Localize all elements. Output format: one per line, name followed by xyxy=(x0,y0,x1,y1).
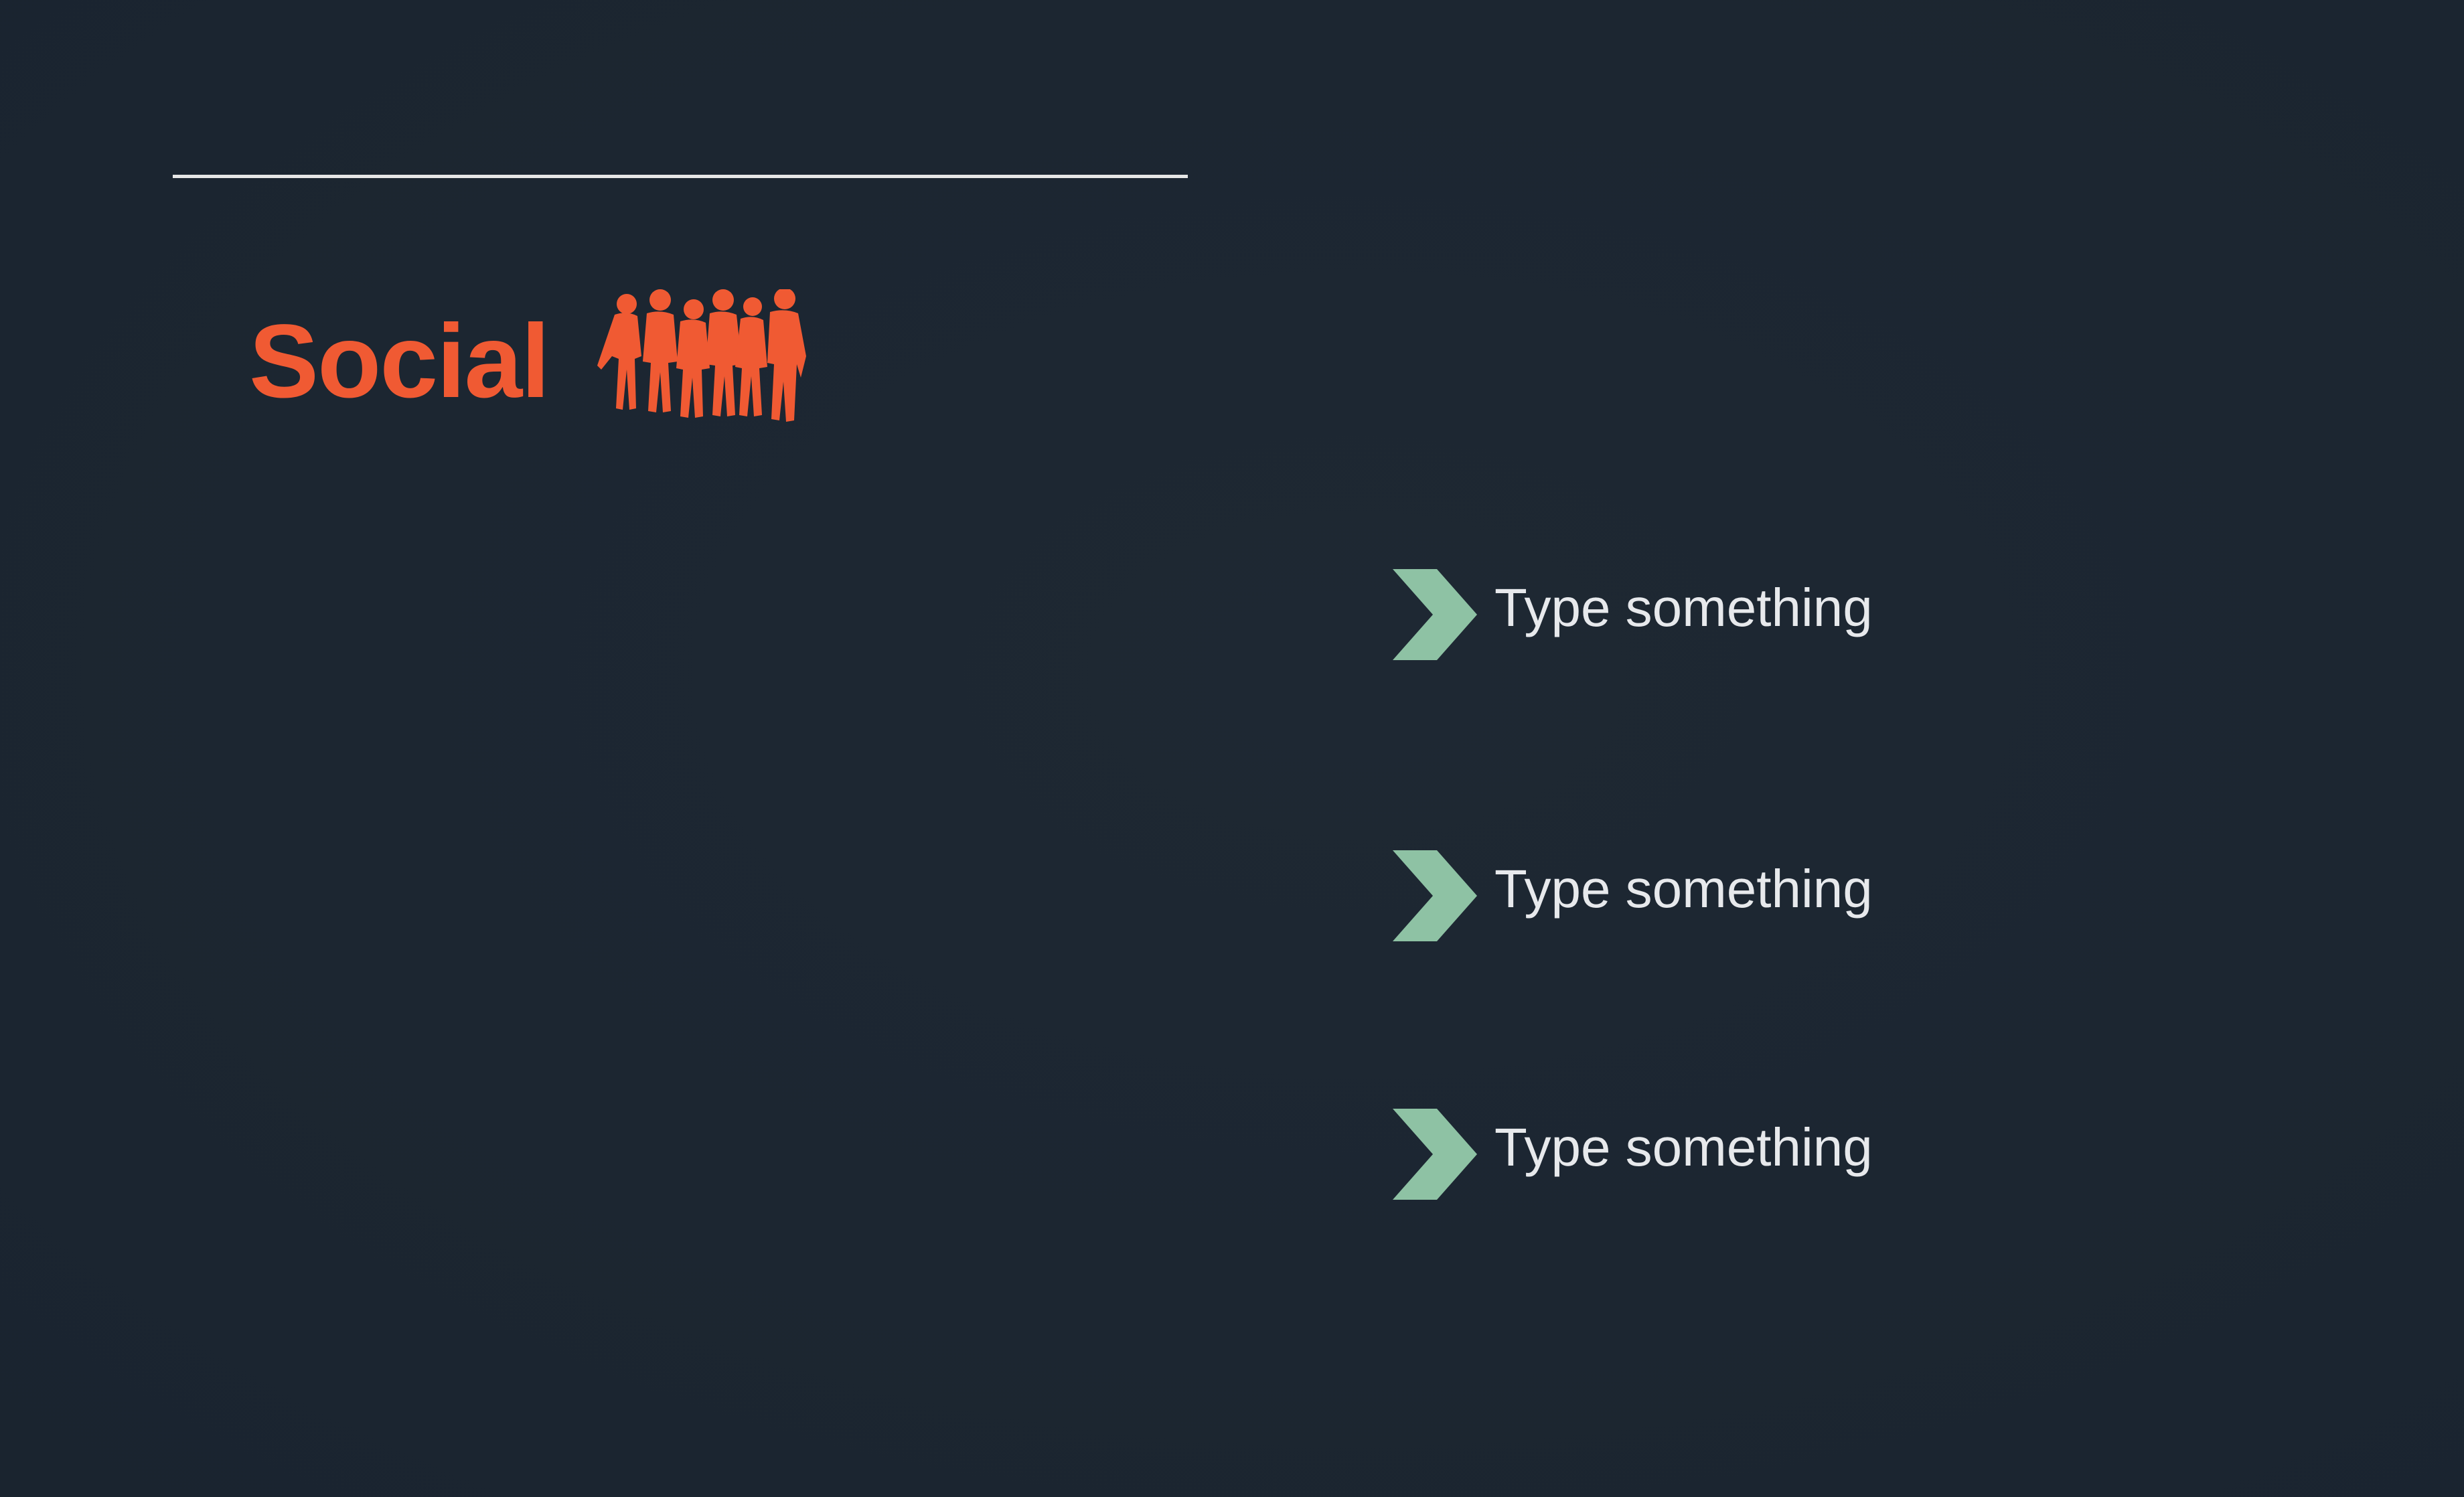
bullet-text[interactable]: Type something xyxy=(1494,1121,1873,1174)
bullet-text[interactable]: Type something xyxy=(1494,862,1873,916)
chevron-right-icon xyxy=(1393,1109,1477,1200)
bullet-text[interactable]: Type something xyxy=(1494,581,1873,635)
slide: Social Type something Type something Typ… xyxy=(0,0,2464,1497)
slide-title[interactable]: Social xyxy=(249,309,550,414)
bullet-item[interactable]: Type something xyxy=(1393,1102,1995,1202)
chevron-right-icon xyxy=(1393,850,1477,941)
chevron-right-icon xyxy=(1393,569,1477,660)
title-area: Social xyxy=(249,281,550,442)
bullet-item[interactable]: Type something xyxy=(1393,562,1995,663)
group-of-people-icon xyxy=(597,289,806,422)
bullet-item[interactable]: Type something xyxy=(1393,844,1995,944)
title-rule xyxy=(173,175,1188,178)
